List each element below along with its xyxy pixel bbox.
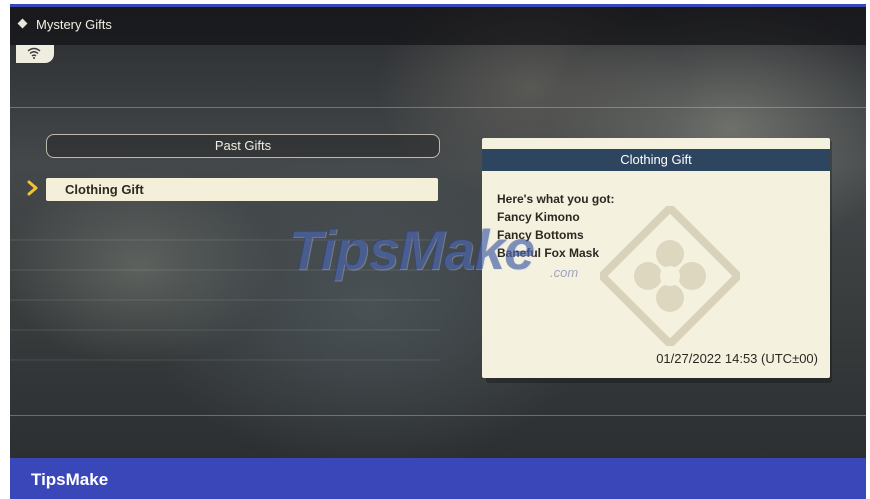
page-title: Mystery Gifts xyxy=(36,17,112,32)
diamond-icon xyxy=(17,18,28,29)
title-bar: Mystery Gifts xyxy=(10,7,866,45)
gift-list-item-clothing[interactable]: Clothing Gift xyxy=(46,178,438,201)
brand-label: TipsMake xyxy=(31,470,109,489)
gift-intro-text: Here's what you got: xyxy=(497,192,615,206)
game-screen: Mystery Gifts Past Gifts Clothing Gift C… xyxy=(10,7,866,458)
footer-bar: TipsMake xyxy=(10,458,866,499)
wifi-icon xyxy=(27,47,41,59)
gift-timestamp: 01/27/2022 14:53 (UTC±00) xyxy=(656,351,818,366)
gift-detail-panel: Clothing Gift Here's what you got: Fancy… xyxy=(482,138,830,378)
watermark-text: TipsMake xyxy=(288,218,535,281)
gift-list-item-label: Clothing Gift xyxy=(65,182,144,197)
chevron-right-icon xyxy=(27,180,38,196)
bottom-divider xyxy=(10,415,866,416)
past-gifts-header[interactable]: Past Gifts xyxy=(46,134,440,158)
connection-status xyxy=(16,45,54,63)
gift-emblem-icon xyxy=(600,206,740,346)
gift-detail-title: Clothing Gift xyxy=(482,149,830,171)
top-divider xyxy=(10,107,866,108)
divider xyxy=(10,329,440,331)
divider xyxy=(10,359,440,361)
divider xyxy=(10,299,440,301)
watermark-suffix: .com xyxy=(550,265,579,280)
